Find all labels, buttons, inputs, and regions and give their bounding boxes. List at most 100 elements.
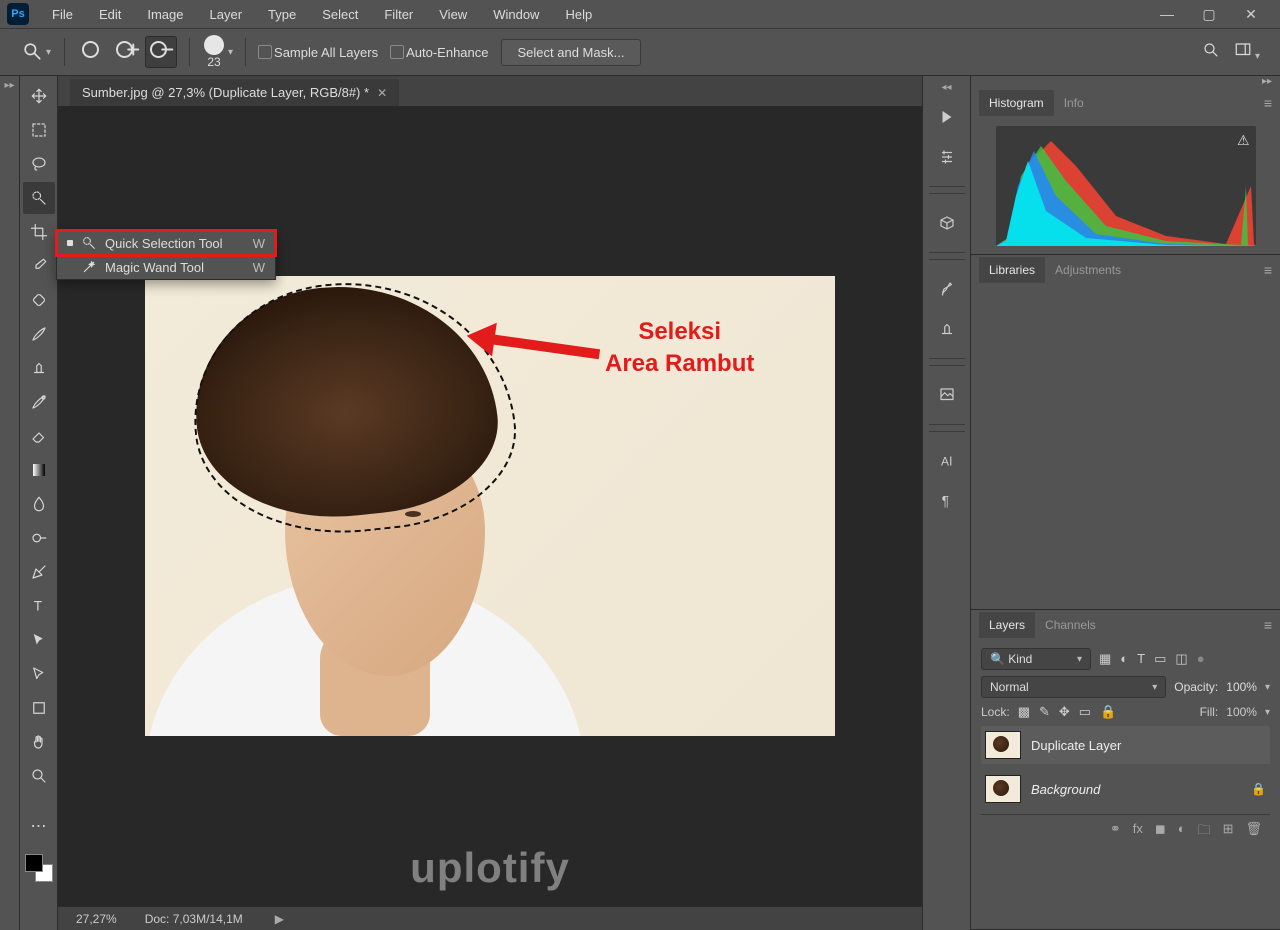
link-layers-icon[interactable]: ⚭ — [1110, 821, 1121, 843]
menu-type[interactable]: Type — [256, 3, 308, 26]
workspace-switcher-icon[interactable]: ▾ — [1234, 41, 1260, 64]
lock-transparency-icon[interactable]: ▩ — [1018, 704, 1030, 720]
3d-panel-icon[interactable] — [929, 206, 965, 240]
dodge-tool[interactable] — [23, 522, 55, 554]
clone-source-panel-icon[interactable] — [929, 312, 965, 346]
tool-preset-picker[interactable]: ▾ — [20, 36, 52, 68]
zoom-tool[interactable] — [23, 760, 55, 792]
add-selection-icon[interactable] — [111, 36, 143, 68]
menu-image[interactable]: Image — [135, 3, 195, 26]
flyout-quick-selection[interactable]: Quick Selection Tool W — [57, 231, 275, 255]
canvas[interactable]: Seleksi Area Rambut — [145, 276, 835, 736]
blend-mode-select[interactable]: Normal▾ — [981, 676, 1166, 698]
zoom-level[interactable]: 27,27% — [76, 912, 117, 926]
actions-panel-icon[interactable] — [929, 100, 965, 134]
window-maximize-button[interactable]: ▢ — [1196, 6, 1222, 23]
doc-info[interactable]: Doc: 7,03M/14,1M — [145, 912, 243, 926]
layer-name[interactable]: Background — [1031, 782, 1241, 797]
layer-filter-kind[interactable]: 🔍 Kind▾ — [981, 648, 1091, 670]
menu-file[interactable]: File — [40, 3, 85, 26]
hand-tool[interactable] — [23, 726, 55, 758]
brush-tool[interactable] — [23, 318, 55, 350]
tab-libraries[interactable]: Libraries — [979, 257, 1045, 283]
layer-thumbnail[interactable] — [985, 775, 1021, 803]
group-icon[interactable]: 🗀 — [1198, 821, 1211, 843]
filter-smart-icon[interactable]: ◫ — [1175, 651, 1187, 667]
search-icon[interactable] — [1202, 41, 1220, 64]
layer-thumbnail[interactable] — [985, 731, 1021, 759]
subtract-selection-icon[interactable] — [145, 36, 177, 68]
path-selection-tool[interactable] — [23, 624, 55, 656]
tab-adjustments[interactable]: Adjustments — [1045, 257, 1131, 283]
gradient-tool[interactable] — [23, 454, 55, 486]
layer-mask-icon[interactable]: ◼ — [1155, 821, 1166, 843]
lock-artboard-icon[interactable]: ▭ — [1079, 704, 1091, 720]
clone-stamp-tool[interactable] — [23, 352, 55, 384]
layer-row[interactable]: 👁 Duplicate Layer — [981, 726, 1270, 764]
edit-toolbar-icon[interactable]: ⋯ — [23, 810, 55, 842]
panel-menu-icon[interactable]: ≡ — [1264, 262, 1272, 278]
tab-histogram[interactable]: Histogram — [979, 90, 1054, 116]
brush-picker[interactable]: 23 ▾ — [202, 35, 233, 69]
character-panel-icon[interactable]: A — [929, 444, 965, 478]
lock-all-icon[interactable]: 🔒 — [1100, 704, 1116, 720]
tab-info[interactable]: Info — [1054, 90, 1094, 116]
layer-style-icon[interactable]: fx — [1133, 821, 1143, 843]
sample-all-layers-option[interactable]: Sample All Layers — [258, 45, 378, 60]
healing-brush-tool[interactable] — [23, 284, 55, 316]
checkbox-icon[interactable] — [258, 45, 272, 59]
filter-adjust-icon[interactable]: ◐ — [1120, 651, 1128, 667]
menu-window[interactable]: Window — [481, 3, 551, 26]
opacity-value[interactable]: 100% — [1226, 680, 1257, 694]
eraser-tool[interactable] — [23, 420, 55, 452]
close-tab-icon[interactable]: ✕ — [377, 86, 387, 100]
select-and-mask-button[interactable]: Select and Mask... — [501, 39, 642, 66]
layer-name[interactable]: Duplicate Layer — [1031, 738, 1266, 753]
panel-menu-icon[interactable]: ≡ — [1264, 95, 1272, 111]
dock-expand-icon[interactable]: ◂◂ — [941, 82, 951, 94]
crop-tool[interactable] — [23, 216, 55, 248]
new-selection-icon[interactable] — [77, 36, 109, 68]
new-layer-icon[interactable]: ⊞ — [1223, 821, 1234, 843]
paragraph-panel-icon[interactable]: ¶ — [929, 484, 965, 518]
filter-shape-icon[interactable]: ▭ — [1154, 651, 1166, 667]
filter-type-icon[interactable]: T — [1137, 651, 1145, 667]
type-tool[interactable]: T — [23, 590, 55, 622]
move-tool[interactable] — [23, 80, 55, 112]
filter-pixel-icon[interactable]: ▦ — [1099, 651, 1111, 667]
adjustment-layer-icon[interactable]: ◐ — [1178, 821, 1186, 843]
history-brush-tool[interactable] — [23, 386, 55, 418]
direct-selection-tool[interactable] — [23, 658, 55, 690]
toolbox-collapse-icon[interactable]: ▸▸ — [0, 76, 20, 930]
color-swatches[interactable] — [25, 854, 53, 882]
lock-position-icon[interactable]: ✥ — [1059, 704, 1070, 720]
brush-settings-panel-icon[interactable] — [929, 272, 965, 306]
panel-menu-icon[interactable]: ≡ — [1264, 617, 1272, 633]
fill-value[interactable]: 100% — [1226, 705, 1257, 719]
menu-layer[interactable]: Layer — [198, 3, 255, 26]
blur-tool[interactable] — [23, 488, 55, 520]
menu-select[interactable]: Select — [310, 3, 370, 26]
lasso-tool[interactable] — [23, 148, 55, 180]
tab-layers[interactable]: Layers — [979, 612, 1035, 638]
eyedropper-tool[interactable] — [23, 250, 55, 282]
window-minimize-button[interactable]: — — [1154, 6, 1180, 23]
delete-layer-icon[interactable]: 🗑 — [1245, 821, 1262, 843]
marquee-tool[interactable] — [23, 114, 55, 146]
panels-collapse-icon[interactable]: ▸▸ — [971, 76, 1280, 88]
menu-help[interactable]: Help — [553, 3, 604, 26]
layer-row[interactable]: 👁 Background 🔒 — [981, 770, 1270, 808]
navigator-panel-icon[interactable] — [929, 378, 965, 412]
lock-pixels-icon[interactable]: ✎ — [1039, 704, 1050, 720]
filter-toggle-icon[interactable]: ● — [1197, 651, 1205, 667]
auto-enhance-option[interactable]: Auto-Enhance — [390, 45, 488, 60]
tab-channels[interactable]: Channels — [1035, 612, 1106, 638]
menu-view[interactable]: View — [427, 3, 479, 26]
histogram-warning-icon[interactable]: ⚠ — [1237, 132, 1250, 149]
status-flyout-icon[interactable]: ▶ — [275, 912, 284, 926]
quick-selection-tool[interactable] — [23, 182, 55, 214]
properties-panel-icon[interactable] — [929, 140, 965, 174]
menu-edit[interactable]: Edit — [87, 3, 133, 26]
rectangle-tool[interactable] — [23, 692, 55, 724]
checkbox-icon[interactable] — [390, 45, 404, 59]
